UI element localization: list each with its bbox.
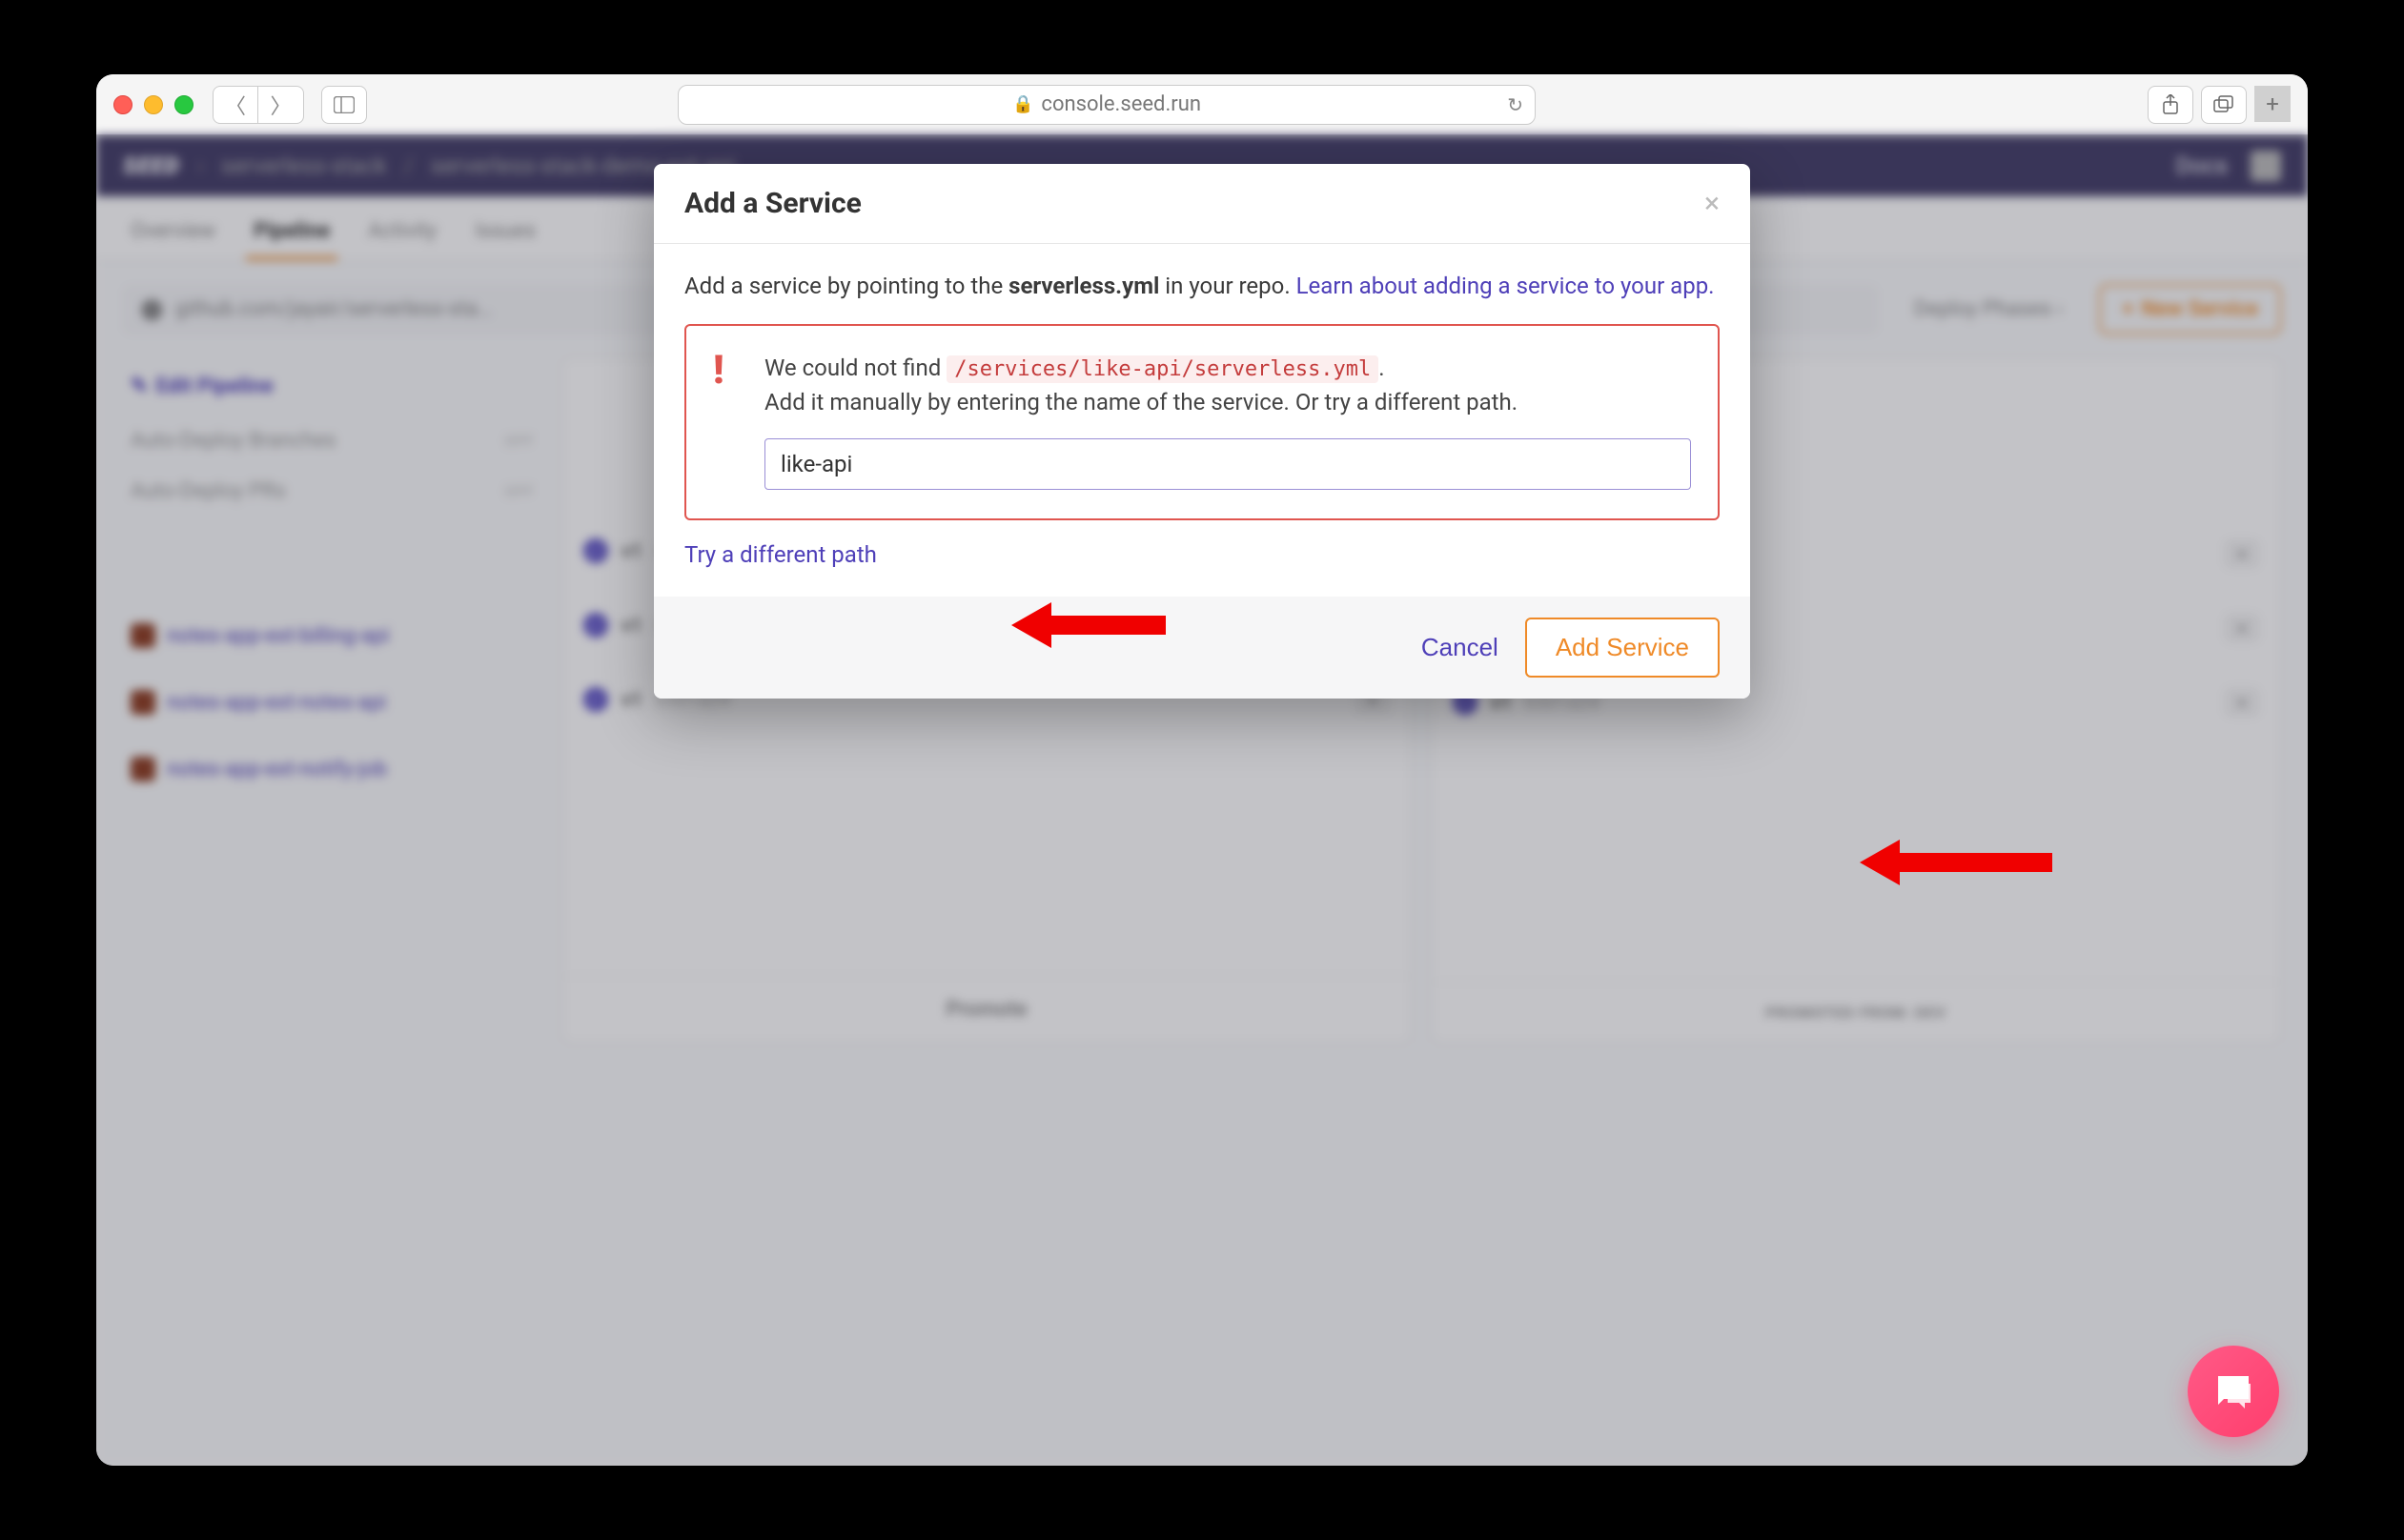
new-tab-button[interactable]: + <box>2254 86 2291 122</box>
window-zoom-button[interactable] <box>174 95 194 114</box>
modal-title: Add a Service <box>684 187 862 220</box>
share-icon <box>2161 94 2180 115</box>
learn-link[interactable]: Learn about adding a service to your app… <box>1296 273 1715 299</box>
toolbar-right: + <box>2148 86 2291 124</box>
error-path-code: /services/like-api/serverless.yml <box>947 355 1378 383</box>
add-service-modal: Add a Service × Add a service by pointin… <box>654 164 1750 699</box>
back-button[interactable]: 〈 <box>213 86 258 124</box>
tabs-icon <box>2213 95 2234 114</box>
window-close-button[interactable] <box>113 95 132 114</box>
forward-button[interactable]: 〉 <box>258 86 304 124</box>
browser-window: 〈 〉 🔒 console.seed.run ↻ <box>96 74 2308 1466</box>
service-name-input[interactable] <box>764 438 1691 490</box>
annotation-arrow <box>1860 840 2052 885</box>
close-icon[interactable]: × <box>1704 187 1720 220</box>
tabs-button[interactable] <box>2201 86 2247 124</box>
chat-icon <box>2210 1368 2256 1414</box>
url-bar[interactable]: 🔒 console.seed.run ↻ <box>678 85 1536 125</box>
cancel-button[interactable]: Cancel <box>1421 633 1498 662</box>
modal-intro: Add a service by pointing to the serverl… <box>684 269 1720 303</box>
chat-button[interactable] <box>2188 1346 2279 1437</box>
lock-icon: 🔒 <box>1012 94 1033 114</box>
traffic-lights <box>113 95 194 114</box>
exclamation-icon: ! <box>713 351 744 389</box>
error-box: ! We could not find /services/like-api/s… <box>684 324 1720 520</box>
sidebar-icon <box>334 96 355 113</box>
try-different-path-link[interactable]: Try a different path <box>684 541 1720 568</box>
add-service-button[interactable]: Add Service <box>1525 618 1720 678</box>
modal-overlay: Add a Service × Add a service by pointin… <box>96 135 2308 1466</box>
annotation-arrow <box>1011 602 1166 648</box>
nav-buttons: 〈 〉 <box>213 86 304 124</box>
url-host: console.seed.run <box>1041 92 1201 116</box>
share-button[interactable] <box>2148 86 2193 124</box>
reload-button[interactable]: ↻ <box>1507 93 1523 116</box>
sidebar-toggle-button[interactable] <box>321 86 367 124</box>
window-minimize-button[interactable] <box>144 95 163 114</box>
browser-titlebar: 〈 〉 🔒 console.seed.run ↻ <box>96 74 2308 135</box>
